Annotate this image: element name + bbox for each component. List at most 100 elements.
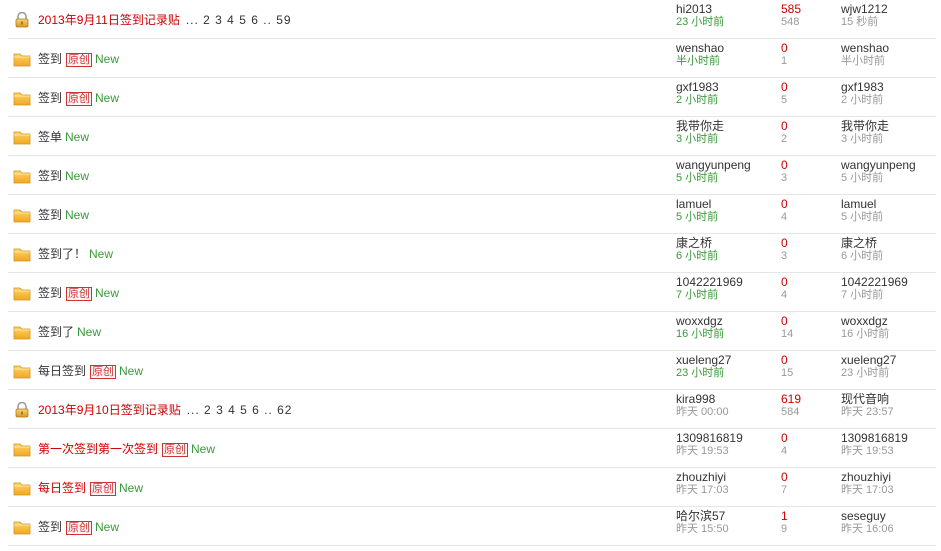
thread-row: 每日签到 原创 New zhouzhiyi 昨天 17:03 0 7 zhouzhiyi 昨天 …	[8, 468, 936, 507]
last-poster-name[interactable]: 我带你走	[841, 119, 941, 133]
last-poster-name[interactable]: seseguy	[841, 509, 941, 523]
page-links[interactable]: ... 2 3 4 5 6 .. 62	[187, 403, 293, 417]
thread-title-link[interactable]: 签到	[38, 91, 62, 105]
view-count: 7	[781, 484, 788, 496]
lock-icon	[13, 11, 31, 28]
thread-row: 签到 原创 New gxf1983 2 小时前 0 5 gxf1983 2 小时前	[8, 78, 936, 117]
author-cell: 哈尔滨57 昨天 15:50	[676, 509, 776, 536]
folder-icon	[13, 207, 31, 223]
thread-row: 签到 原创 New wenshao 半小时前 0 1 wenshao 半小时前	[8, 39, 936, 78]
last-post-time[interactable]: 半小时前	[841, 55, 941, 68]
thread-title-link[interactable]: 签到	[38, 169, 62, 183]
thread-title-cell: 签到了！ New	[38, 245, 113, 262]
last-post-time[interactable]: 昨天 16:06	[841, 523, 941, 536]
last-post-time[interactable]: 昨天 17:03	[841, 484, 941, 497]
author-cell: wangyunpeng 5 小时前	[676, 158, 776, 185]
last-post-time[interactable]: 昨天 19:53	[841, 445, 941, 458]
thread-row: 签单 New 我带你走 3 小时前 0 2 我带你走 3 小时前	[8, 117, 936, 156]
reply-view-count: 585 548	[781, 2, 831, 29]
last-post-time[interactable]: 5 小时前	[841, 172, 941, 185]
author-name[interactable]: woxxdgz	[676, 314, 776, 328]
reply-count: 0	[781, 314, 788, 328]
view-count: 15	[781, 367, 794, 379]
post-time: 昨天 17:03	[676, 484, 729, 496]
author-name[interactable]: wangyunpeng	[676, 158, 776, 172]
author-name[interactable]: gxf1983	[676, 80, 776, 94]
last-poster-name[interactable]: wenshao	[841, 41, 941, 55]
last-post-time[interactable]: 5 小时前	[841, 211, 941, 224]
last-poster-name[interactable]: woxxdgz	[841, 314, 941, 328]
thread-title-link[interactable]: 签到	[38, 208, 62, 222]
view-count: 14	[781, 328, 794, 340]
reply-count: 1	[781, 509, 788, 523]
author-cell: zhouzhiyi 昨天 17:03	[676, 470, 776, 497]
last-post-cell: xueleng27 23 小时前	[841, 353, 941, 380]
last-poster-name[interactable]: zhouzhiyi	[841, 470, 941, 484]
reply-count: 585	[781, 2, 802, 16]
author-name[interactable]: kira998	[676, 392, 776, 406]
original-badge: 原创	[66, 52, 93, 67]
author-name[interactable]: 我带你走	[676, 119, 776, 133]
author-name[interactable]: hi2013	[676, 2, 776, 16]
view-count: 9	[781, 523, 788, 535]
reply-view-count: 04	[781, 197, 831, 224]
thread-title-link[interactable]: 签到了！	[38, 247, 86, 261]
post-time: 6 小时前	[676, 250, 719, 262]
view-count: 2	[781, 133, 788, 145]
thread-title-link[interactable]: 签到	[38, 52, 62, 66]
last-poster-name[interactable]: gxf1983	[841, 80, 941, 94]
thread-title-link[interactable]: 签到了	[38, 325, 74, 339]
thread-title-link[interactable]: 签到	[38, 520, 62, 534]
post-time: 23 小时前	[676, 16, 725, 28]
reply-view-count: 19	[781, 509, 831, 536]
thread-title-link[interactable]: 2013年9月10日签到记录贴	[38, 403, 181, 417]
author-name[interactable]: 康之桥	[676, 236, 776, 250]
last-post-time[interactable]: 6 小时前	[841, 250, 941, 263]
author-name[interactable]: xueleng27	[676, 353, 776, 367]
last-post-time[interactable]: 昨天 23:57	[841, 406, 941, 419]
last-poster-name[interactable]: 现代音响	[841, 392, 941, 406]
reply-count: 0	[781, 197, 788, 211]
post-time: 半小时前	[676, 55, 720, 67]
last-poster-name[interactable]: 康之桥	[841, 236, 941, 250]
thread-title-link[interactable]: 2013年9月11日签到记录贴	[38, 13, 180, 27]
reply-count: 0	[781, 41, 788, 55]
thread-title-cell: 每日签到 原创 New	[38, 362, 143, 379]
thread-title-link[interactable]: 签到	[38, 286, 62, 300]
new-label: New	[95, 286, 120, 300]
thread-title-link[interactable]: 每日签到	[38, 481, 86, 495]
thread-title-link[interactable]: 第一次签到第一次签到	[38, 442, 158, 456]
author-cell: hi2013 23 小时前	[676, 2, 776, 29]
author-name[interactable]: wenshao	[676, 41, 776, 55]
page-links[interactable]: ... 2 3 4 5 6 .. 59	[186, 13, 292, 27]
author-cell: kira998 昨天 00:00	[676, 392, 776, 419]
last-poster-name[interactable]: 1309816819	[841, 431, 941, 445]
author-name[interactable]: zhouzhiyi	[676, 470, 776, 484]
last-post-cell: 我带你走 3 小时前	[841, 119, 941, 146]
last-post-time[interactable]: 15 秒前	[841, 16, 941, 29]
last-post-cell: woxxdgz 16 小时前	[841, 314, 941, 341]
author-name[interactable]: 1309816819	[676, 431, 776, 445]
last-post-time[interactable]: 7 小时前	[841, 289, 941, 302]
last-poster-name[interactable]: 1042221969	[841, 275, 941, 289]
post-time: 昨天 00:00	[676, 406, 729, 418]
post-time: 3 小时前	[676, 133, 719, 145]
thread-title-link[interactable]: 签单	[38, 130, 62, 144]
author-name[interactable]: 哈尔滨57	[676, 509, 776, 523]
last-poster-name[interactable]: lamuel	[841, 197, 941, 211]
last-poster-name[interactable]: wangyunpeng	[841, 158, 941, 172]
last-post-time[interactable]: 16 小时前	[841, 328, 941, 341]
last-post-time[interactable]: 2 小时前	[841, 94, 941, 107]
last-post-time[interactable]: 23 小时前	[841, 367, 941, 380]
thread-title-link[interactable]: 每日签到	[38, 364, 86, 378]
thread-title-cell: 签单 New	[38, 128, 89, 145]
last-poster-name[interactable]: wjw1212	[841, 2, 941, 16]
last-post-cell: wenshao 半小时前	[841, 41, 941, 68]
author-name[interactable]: 1042221969	[676, 275, 776, 289]
last-post-time[interactable]: 3 小时前	[841, 133, 941, 146]
last-poster-name[interactable]: xueleng27	[841, 353, 941, 367]
author-name[interactable]: lamuel	[676, 197, 776, 211]
last-post-cell: lamuel 5 小时前	[841, 197, 941, 224]
thread-row: 签到 New lamuel 5 小时前 0 4 lamuel 5 小时前	[8, 195, 936, 234]
folder-icon	[13, 480, 31, 496]
